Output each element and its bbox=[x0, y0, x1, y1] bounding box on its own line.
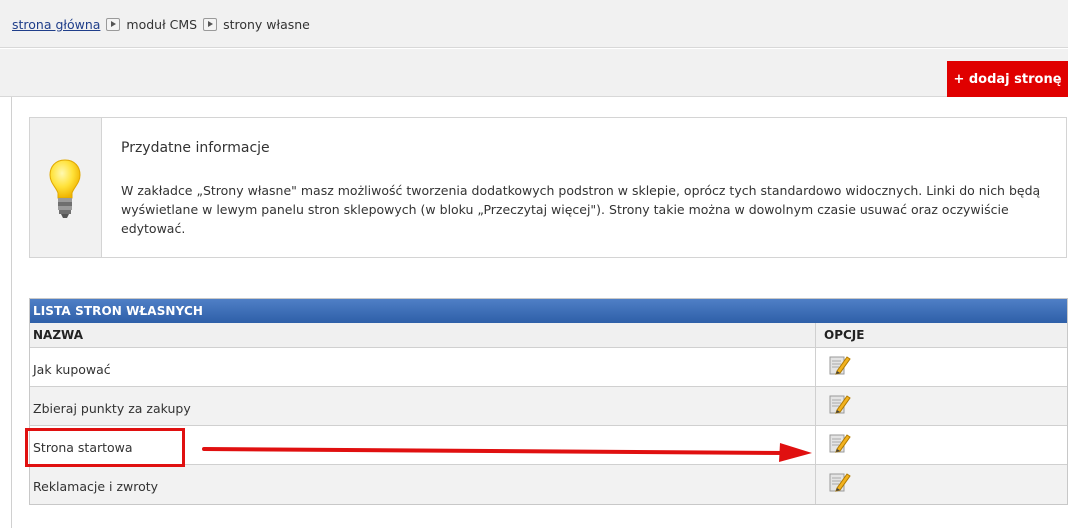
main-content: Przydatne informacje W zakładce „Strony … bbox=[11, 97, 1068, 528]
toolbar: + dodaj stronę bbox=[0, 49, 1068, 97]
edit-icon[interactable] bbox=[816, 465, 1067, 504]
page-name[interactable]: Jak kupować bbox=[30, 348, 816, 386]
play-arrow-icon bbox=[106, 18, 121, 31]
add-page-button[interactable]: + dodaj stronę bbox=[947, 61, 1068, 97]
info-icon-column bbox=[30, 118, 102, 257]
info-box: Przydatne informacje W zakładce „Strony … bbox=[29, 117, 1067, 258]
table-title: LISTA STRON WŁASNYCH bbox=[30, 299, 1067, 323]
page-name[interactable]: Reklamacje i zwroty bbox=[30, 465, 816, 504]
column-options-header: OPCJE bbox=[824, 328, 865, 342]
info-text: W zakładce „Strony własne" masz możliwoś… bbox=[121, 183, 1041, 236]
table-row: Zbieraj punkty za zakupy bbox=[30, 387, 1067, 426]
breadcrumb: strona główna moduł CMS strony własne bbox=[0, 0, 1068, 48]
table-row: Reklamacje i zwroty bbox=[30, 465, 1067, 504]
table-row: Strona startowa bbox=[30, 426, 1067, 465]
edit-icon[interactable] bbox=[816, 426, 1067, 464]
pages-table: LISTA STRON WŁASNYCH NAZWA OPCJE Jak kup… bbox=[29, 298, 1068, 505]
breadcrumb-current: strony własne bbox=[223, 17, 310, 32]
table-header-row: NAZWA OPCJE bbox=[30, 323, 1067, 348]
page: strona główna moduł CMS strony własne + … bbox=[0, 0, 1068, 528]
edit-icon[interactable] bbox=[816, 387, 1067, 425]
play-arrow-icon bbox=[203, 18, 218, 31]
page-name[interactable]: Zbieraj punkty za zakupy bbox=[30, 387, 816, 425]
breadcrumb-module: moduł CMS bbox=[126, 17, 198, 32]
info-title: Przydatne informacje bbox=[121, 140, 270, 156]
lightbulb-icon bbox=[49, 159, 81, 218]
column-name-header: NAZWA bbox=[30, 323, 816, 347]
page-name[interactable]: Strona startowa bbox=[30, 426, 816, 464]
breadcrumb-home-link[interactable]: strona główna bbox=[12, 17, 100, 32]
edit-icon[interactable] bbox=[816, 348, 1067, 386]
table-row: Jak kupować bbox=[30, 348, 1067, 387]
